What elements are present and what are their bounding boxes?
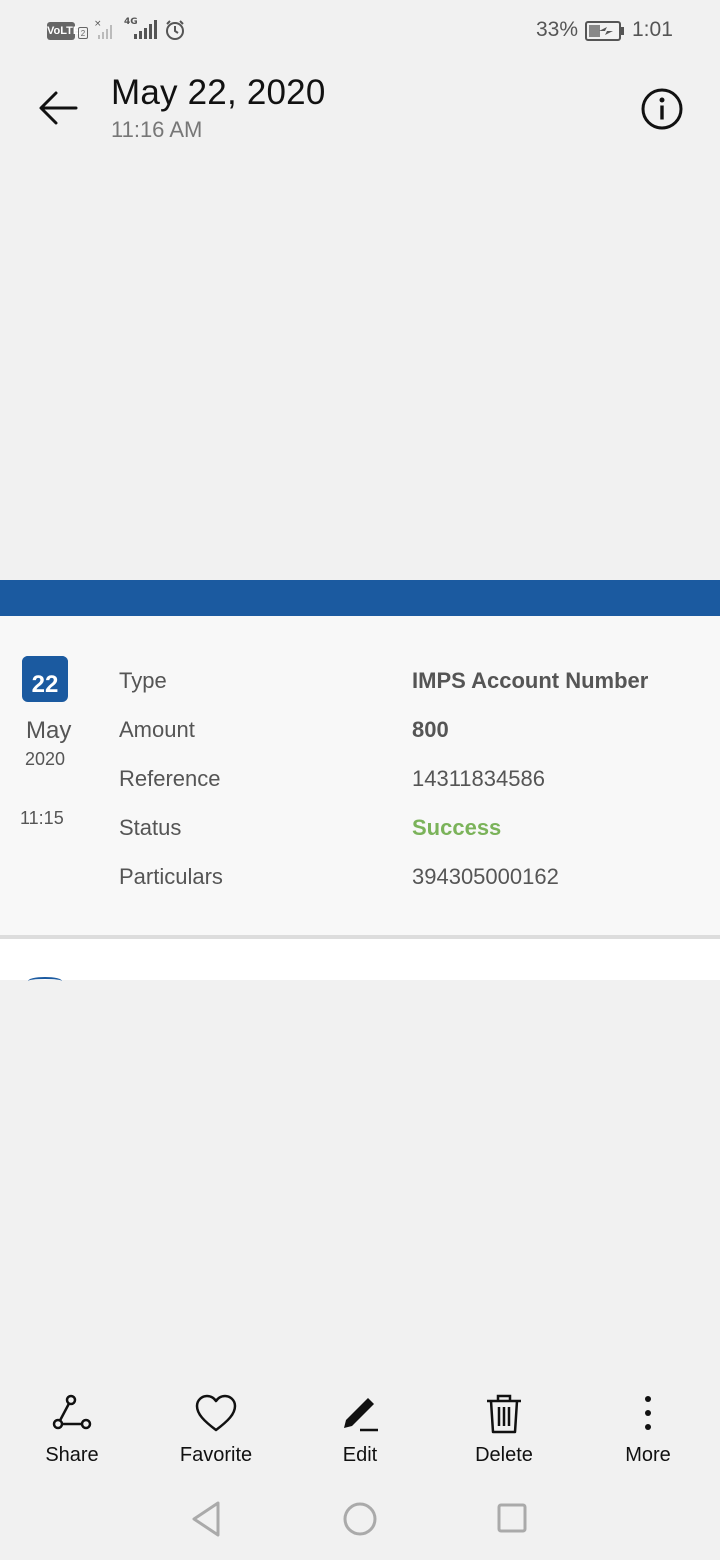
trash-icon [487, 1394, 521, 1434]
status-bar: VoLTE 2 × 4G 33% 1:01 [0, 0, 720, 62]
home-circle-icon[interactable] [342, 1500, 378, 1538]
status-value: Success [412, 815, 502, 840]
reference-value: 14311834586 [412, 766, 545, 791]
signal-off-icon: × [94, 19, 112, 39]
page-subtitle: 11:16 AM [111, 117, 203, 142]
signal-4g-icon [134, 20, 157, 39]
date-month: May [26, 717, 72, 744]
transaction-time: 11:15 [20, 808, 64, 828]
particulars-label: Particulars [119, 864, 223, 889]
status-label: Status [119, 815, 182, 840]
alarm-icon [166, 20, 184, 40]
amount-value: 800 [412, 717, 449, 742]
arrow-left-icon[interactable] [36, 86, 80, 130]
more-vertical-icon [645, 1396, 651, 1430]
info-icon[interactable] [640, 87, 684, 131]
volte-icon: VoLTE [47, 22, 80, 40]
heart-icon [195, 1394, 237, 1432]
type-label: Type [119, 668, 167, 693]
delete-label: Delete [475, 1444, 533, 1466]
edit-label: Edit [342, 1444, 378, 1466]
battery-charging-icon [585, 21, 624, 41]
share-icon [52, 1394, 92, 1430]
favorite-label: Favorite [179, 1444, 253, 1466]
page-title: May 22, 2020 [111, 73, 326, 112]
sim-2-icon: 2 [78, 27, 88, 39]
date-day-badge: 22 [22, 656, 68, 702]
recents-square-icon[interactable] [496, 1500, 528, 1538]
more-button[interactable]: More [593, 1392, 703, 1467]
clock: 1:01 [632, 18, 673, 41]
transaction-card [0, 616, 720, 936]
date-year: 2020 [25, 749, 66, 769]
particulars-value: 394305000162 [412, 864, 559, 889]
amount-label: Amount [119, 717, 195, 742]
share-label: Share [45, 1444, 99, 1466]
type-value: IMPS Account Number [412, 668, 649, 693]
favorite-button[interactable]: Favorite [161, 1392, 271, 1467]
delete-button[interactable]: Delete [449, 1392, 559, 1467]
battery-percent: 33% [536, 18, 579, 41]
edit-button[interactable]: Edit [305, 1392, 415, 1467]
pencil-icon [344, 1398, 378, 1432]
image-header-band [0, 580, 720, 616]
svg-text:×: × [94, 19, 102, 29]
reference-label: Reference [119, 766, 221, 791]
next-card-strip [0, 939, 720, 980]
more-label: More [625, 1444, 671, 1466]
back-triangle-icon[interactable] [190, 1500, 222, 1538]
share-button[interactable]: Share [17, 1392, 127, 1467]
